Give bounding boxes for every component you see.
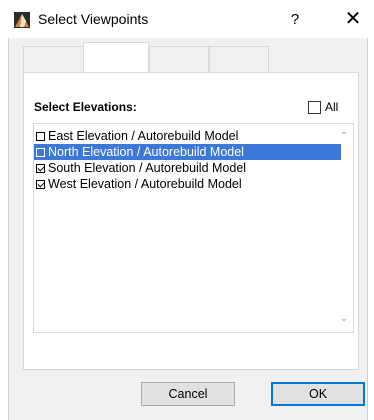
title-bar: Select Viewpoints ? ✕ bbox=[0, 0, 374, 38]
item-checkbox[interactable] bbox=[36, 180, 45, 189]
tab-2[interactable] bbox=[83, 42, 149, 73]
ok-button[interactable]: OK bbox=[271, 382, 365, 406]
all-checkbox[interactable] bbox=[308, 101, 321, 114]
close-button[interactable]: ✕ bbox=[338, 6, 368, 32]
list-item-label: West Elevation / Autorebuild Model bbox=[48, 177, 242, 191]
list-item[interactable]: East Elevation / Autorebuild Model bbox=[34, 128, 341, 144]
cancel-button[interactable]: Cancel bbox=[141, 382, 235, 406]
chevron-up-icon[interactable]: ⌃ bbox=[339, 132, 349, 142]
all-label: All bbox=[325, 100, 339, 114]
tab-4[interactable] bbox=[209, 46, 269, 72]
item-checkbox[interactable] bbox=[36, 164, 45, 173]
list-item[interactable]: North Elevation / Autorebuild Model bbox=[34, 144, 341, 160]
tab-panel: Select Elevations: All East Elevation / … bbox=[23, 72, 359, 370]
list-item[interactable]: South Elevation / Autorebuild Model bbox=[34, 160, 341, 176]
chevron-down-icon[interactable]: ⌄ bbox=[339, 314, 349, 324]
tab-3[interactable] bbox=[149, 46, 209, 72]
dialog-body: Select Elevations: All East Elevation / … bbox=[8, 38, 368, 420]
elevations-list[interactable]: East Elevation / Autorebuild Model North… bbox=[33, 123, 354, 333]
app-icon bbox=[14, 12, 30, 28]
help-button[interactable]: ? bbox=[282, 9, 308, 31]
window-title: Select Viewpoints bbox=[38, 11, 149, 27]
tab-1[interactable] bbox=[23, 46, 85, 72]
section-label: Select Elevations: bbox=[34, 100, 137, 114]
list-item-label: East Elevation / Autorebuild Model bbox=[48, 129, 239, 143]
list-item-label: North Elevation / Autorebuild Model bbox=[48, 145, 244, 159]
list-item-label: South Elevation / Autorebuild Model bbox=[48, 161, 247, 175]
item-checkbox[interactable] bbox=[36, 148, 45, 157]
item-checkbox[interactable] bbox=[36, 132, 45, 141]
list-item[interactable]: West Elevation / Autorebuild Model bbox=[34, 176, 341, 192]
